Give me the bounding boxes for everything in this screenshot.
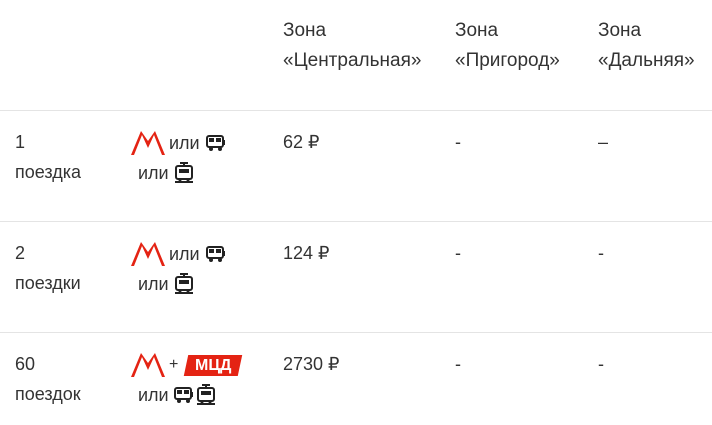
price-suburb-60: - — [455, 354, 461, 374]
trip-count-1: 1 поездка — [15, 132, 82, 182]
divider — [0, 221, 712, 222]
transport-line-2b: или — [138, 269, 194, 299]
price-suburb-1: - — [455, 132, 461, 152]
or-label: или — [138, 384, 169, 405]
transport-line-1b: или — [138, 158, 194, 188]
or-label: или — [169, 243, 200, 264]
tram-icon — [196, 384, 216, 406]
trip-count-60: 60 поездок — [15, 354, 81, 404]
tram-icon — [174, 273, 194, 295]
price-far-2: - — [598, 243, 604, 263]
transport-line-3b: или — [138, 380, 216, 410]
transport-line-1a: или — [131, 128, 226, 158]
header-zone-central: Зона «Центральная» — [283, 20, 422, 71]
price-central-2: 124 ₽ — [283, 243, 330, 263]
header-zone-far: Зона «Дальняя» — [598, 20, 695, 71]
price-far-1: – — [598, 132, 609, 152]
mcd-badge: МЦД — [184, 354, 243, 376]
plus-sign: + — [169, 356, 179, 373]
transport-line-2a: или — [131, 239, 226, 269]
bus-icon — [205, 133, 226, 153]
transport-line-3a: + МЦД — [131, 350, 243, 380]
trip-count-2: 2 поездки — [15, 243, 81, 293]
price-central-1: 62 ₽ — [283, 132, 320, 152]
bus-icon — [173, 385, 194, 405]
or-label: или — [138, 162, 169, 183]
header-zone-suburb: Зона «Пригород» — [455, 20, 560, 71]
or-label: или — [138, 273, 169, 294]
price-central-60: 2730 ₽ — [283, 354, 340, 374]
metro-logo-icon — [131, 242, 165, 266]
divider — [0, 110, 712, 111]
price-suburb-2: - — [455, 243, 461, 263]
bus-icon — [205, 244, 226, 264]
divider — [0, 332, 712, 333]
metro-logo-icon — [131, 353, 165, 377]
metro-logo-icon — [131, 131, 165, 155]
tram-icon — [174, 162, 194, 184]
or-label: или — [169, 132, 200, 153]
price-far-60: - — [598, 354, 604, 374]
